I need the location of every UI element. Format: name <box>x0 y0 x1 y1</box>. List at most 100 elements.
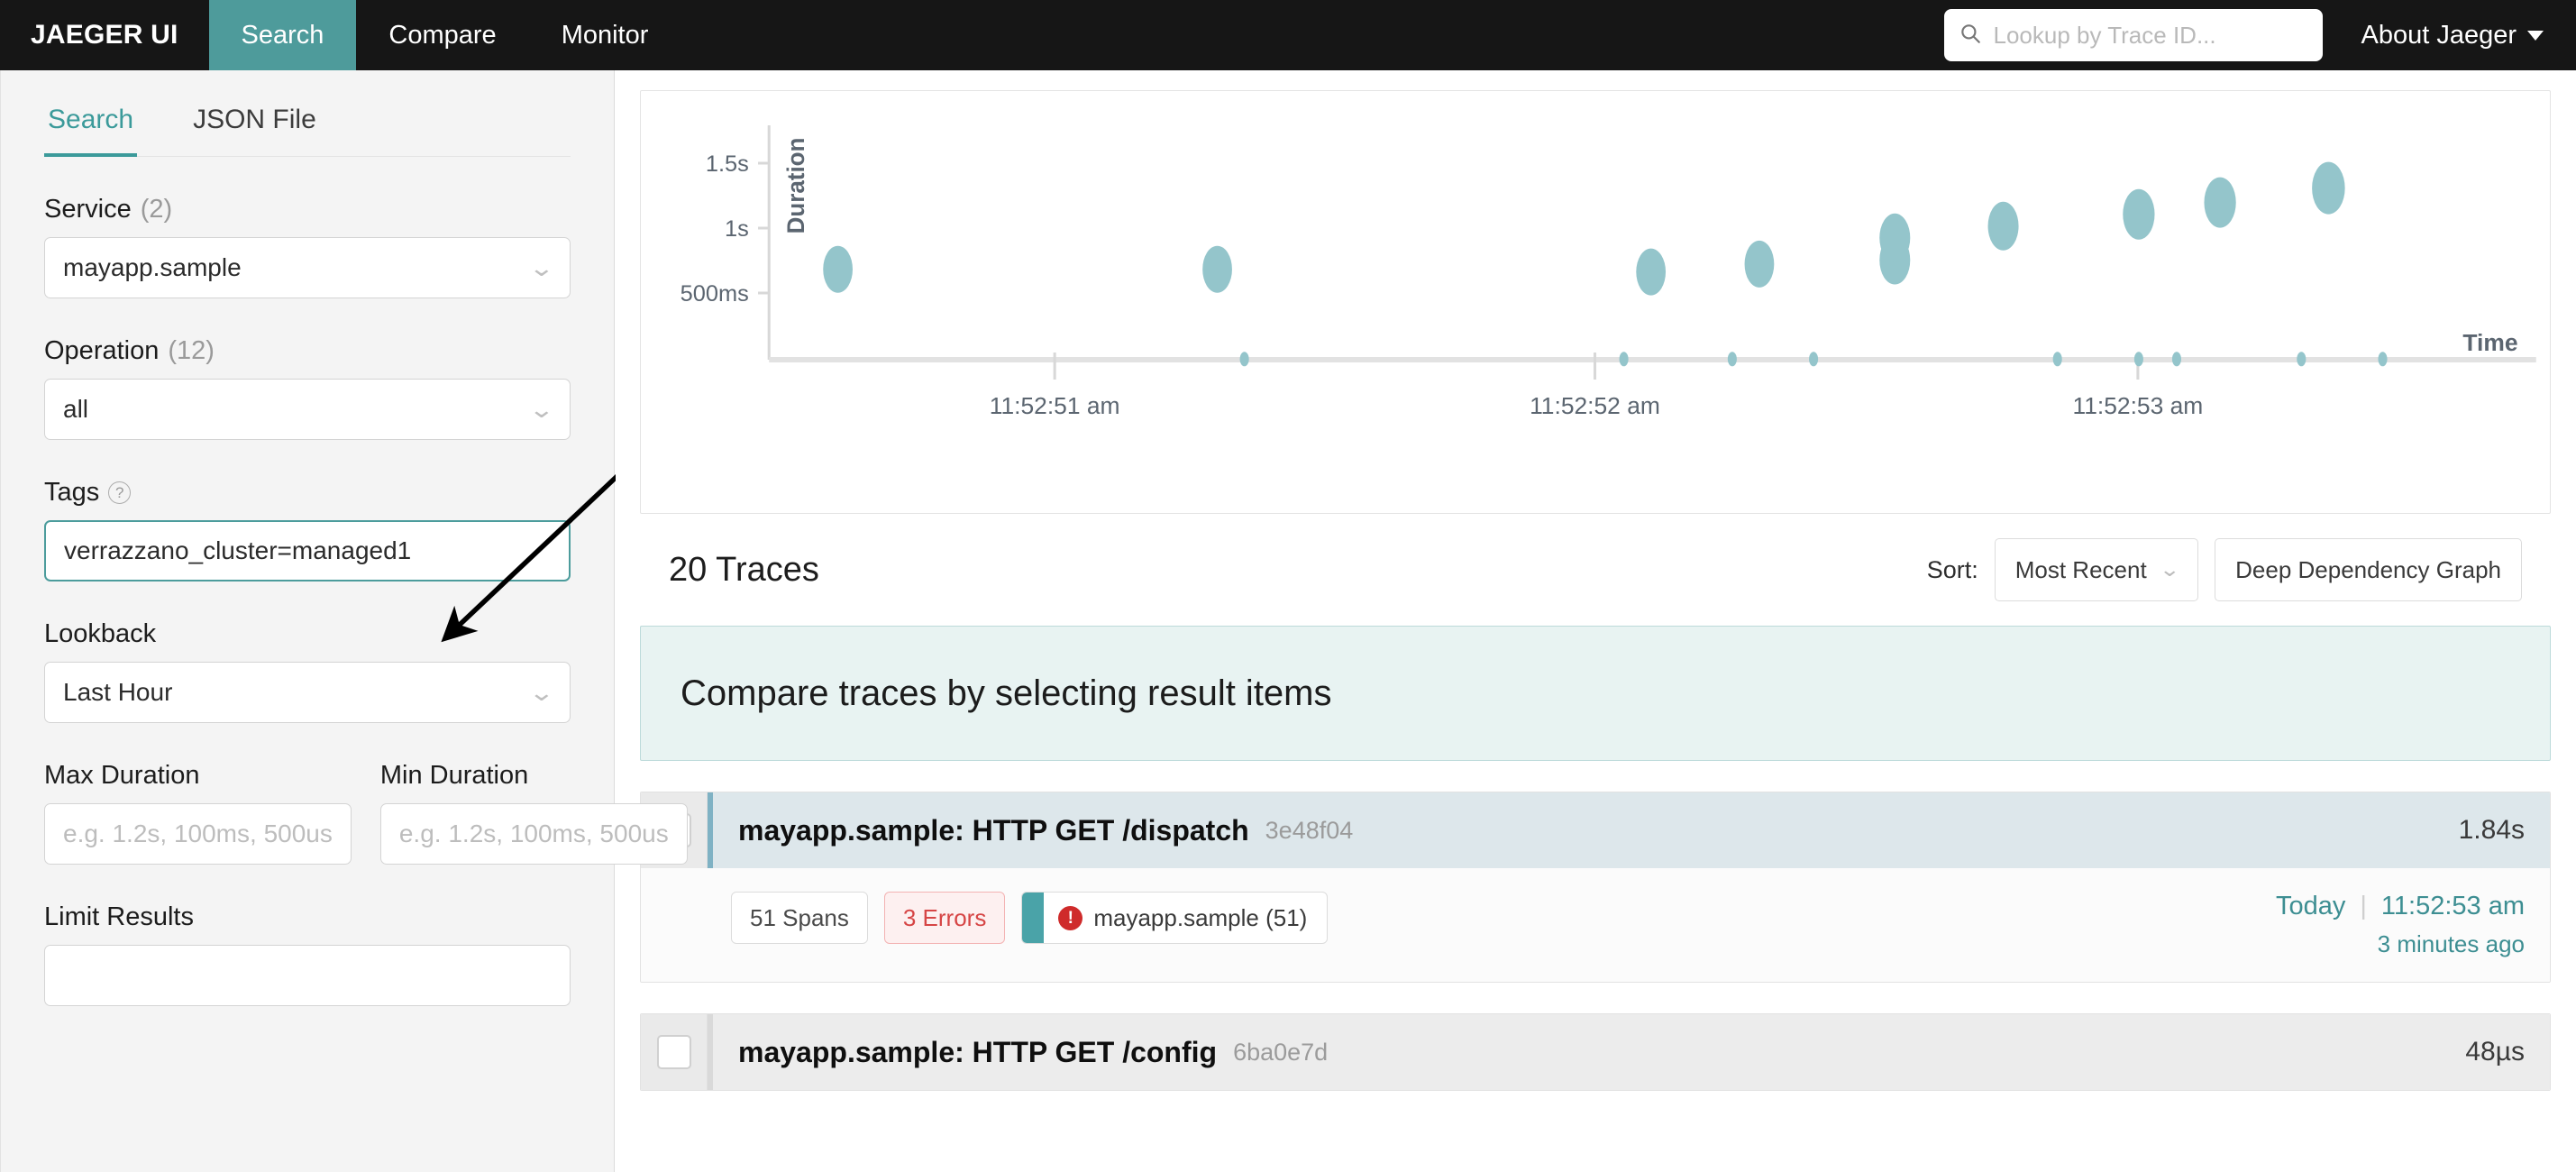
trace-result-item[interactable]: mayapp.sample: HTTP GET /config 6ba0e7d … <box>640 1013 2551 1091</box>
trace-title: mayapp.sample: HTTP GET /dispatch <box>738 813 1249 847</box>
trace-time: 11:52:53 am <box>2380 892 2525 920</box>
x-tick-label: 11:52:53 am <box>2072 392 2203 419</box>
lookback-label-text: Lookback <box>44 619 157 648</box>
about-jaeger-menu[interactable]: About Jaeger <box>2361 21 2544 50</box>
trace-id-placeholder: Lookup by Trace ID... <box>1993 21 2216 49</box>
scatter-point[interactable] <box>823 245 853 293</box>
service-label-text: Service <box>44 195 132 224</box>
service-label: Service (2) <box>44 195 571 224</box>
scatter-point[interactable] <box>1809 352 1819 367</box>
scatter-point[interactable] <box>1744 240 1775 288</box>
trace-count-label: 20 Traces <box>669 550 819 589</box>
trace-details: 51 Spans 3 Errors ! mayapp.sample (51) T… <box>641 868 2550 982</box>
nav-item-monitor[interactable]: Monitor <box>529 0 681 70</box>
service-badge: ! mayapp.sample (51) <box>1021 892 1329 944</box>
lookback-label: Lookback <box>44 619 571 649</box>
scatter-point[interactable] <box>1636 248 1667 296</box>
scatter-point[interactable] <box>2297 352 2307 367</box>
y-tick-label: 1.5s <box>706 151 749 177</box>
scatter-point[interactable] <box>2171 352 2181 367</box>
min-duration-field: Min Duration e.g. 1.2s, 100ms, 500us <box>379 761 688 865</box>
max-duration-input[interactable]: e.g. 1.2s, 100ms, 500us <box>44 803 352 865</box>
max-duration-field: Max Duration e.g. 1.2s, 100ms, 500us <box>44 761 352 865</box>
scatter-point[interactable] <box>2378 352 2388 367</box>
chevron-down-icon <box>2527 30 2544 41</box>
operation-field: Operation (12) all ⌄ <box>44 336 571 440</box>
tab-json-file[interactable]: JSON File <box>189 96 320 157</box>
trace-title-bar[interactable]: mayapp.sample: HTTP GET /dispatch 3e48f0… <box>708 792 2550 868</box>
scatter-point[interactable] <box>1619 352 1629 367</box>
service-select[interactable]: mayapp.sample ⌄ <box>44 237 571 298</box>
app-logo[interactable]: JAEGER UI <box>0 0 209 70</box>
operation-value: all <box>63 395 89 423</box>
sort-select[interactable]: Most Recent ⌄ <box>1994 538 2199 601</box>
scatter-points-group[interactable] <box>641 161 2388 367</box>
scatter-point[interactable] <box>1727 352 1737 367</box>
tags-label: Tags ? <box>44 478 571 508</box>
tags-input[interactable]: verrazzano_cluster=managed1 <box>44 520 571 581</box>
operation-select[interactable]: all ⌄ <box>44 379 571 440</box>
max-duration-placeholder: e.g. 1.2s, 100ms, 500us <box>63 819 333 847</box>
top-navigation-bar: JAEGER UI Search Compare Monitor Lookup … <box>0 0 2576 70</box>
min-duration-placeholder: e.g. 1.2s, 100ms, 500us <box>398 819 669 847</box>
trace-select-cell <box>641 1014 708 1090</box>
y-tick-label: 1s <box>725 216 749 242</box>
tags-field: Tags ? verrazzano_cluster=managed1 <box>44 478 571 581</box>
x-tick-label: 11:52:51 am <box>990 392 1120 419</box>
trace-duration: 48µs <box>2465 1037 2525 1067</box>
trace-id: 6ba0e7d <box>1233 1038 1329 1066</box>
limit-results-field: Limit Results <box>44 902 571 1006</box>
span-count-badge: 51 Spans <box>731 892 868 944</box>
search-results-panel: 1.5s 1s 500ms Duration 11:52:51 am 11:52… <box>615 70 2576 1172</box>
chevron-down-icon: ⌄ <box>528 254 555 281</box>
service-count: (2) <box>140 195 173 224</box>
operation-count: (12) <box>168 336 215 365</box>
tab-search[interactable]: Search <box>44 96 138 157</box>
trace-timestamp-group: Today | 11:52:53 am 3 minutes ago <box>2276 892 2525 958</box>
scatter-point[interactable] <box>2133 352 2143 367</box>
search-sidebar: Search JSON File Service (2) mayapp.samp… <box>0 70 688 1172</box>
operation-label: Operation (12) <box>44 336 571 366</box>
lookback-value: Last Hour <box>63 678 173 706</box>
y-axis-label: Duration <box>782 138 809 234</box>
nav-item-search[interactable]: Search <box>208 0 357 70</box>
nav-item-compare[interactable]: Compare <box>356 0 528 70</box>
trace-day: Today <box>2275 892 2346 920</box>
scatter-point[interactable] <box>2052 352 2062 367</box>
scatter-point[interactable] <box>2204 177 2236 228</box>
trace-title-bar[interactable]: mayapp.sample: HTTP GET /config 6ba0e7d … <box>708 1014 2550 1090</box>
chevron-down-icon: ⌄ <box>528 679 555 706</box>
x-axis-label: Time <box>2462 329 2517 356</box>
deep-dependency-graph-button[interactable]: Deep Dependency Graph <box>2215 538 2522 601</box>
compare-traces-banner: Compare traces by selecting result items <box>640 626 2551 761</box>
results-toolbar: 20 Traces Sort: Most Recent ⌄ Deep Depen… <box>640 514 2551 626</box>
limit-results-input[interactable] <box>44 945 571 1006</box>
lookback-select[interactable]: Last Hour ⌄ <box>44 662 571 723</box>
trace-scatter-plot[interactable]: 1.5s 1s 500ms Duration 11:52:51 am 11:52… <box>640 90 2551 514</box>
scatter-point[interactable] <box>1879 213 1911 262</box>
service-badge-label-group: ! mayapp.sample (51) <box>1044 904 1327 932</box>
divider: | <box>2360 892 2367 920</box>
help-icon[interactable]: ? <box>108 481 132 504</box>
search-icon <box>1959 22 1982 50</box>
x-tick-label: 11:52:52 am <box>1530 392 1660 419</box>
trace-result-item[interactable]: mayapp.sample: HTTP GET /dispatch 3e48f0… <box>640 792 2551 983</box>
error-count-badge: 3 Errors <box>883 892 1006 944</box>
scatter-point[interactable] <box>1202 245 1232 293</box>
scatter-point[interactable] <box>2312 161 2345 215</box>
operation-label-text: Operation <box>44 336 160 365</box>
lookback-field: Lookback Last Hour ⌄ <box>44 619 571 723</box>
limit-results-label: Limit Results <box>44 902 194 931</box>
sort-value: Most Recent <box>2014 555 2147 583</box>
min-duration-input[interactable]: e.g. 1.2s, 100ms, 500us <box>379 803 688 865</box>
trace-id-lookup-input[interactable]: Lookup by Trace ID... <box>1944 9 2324 61</box>
duration-fields: Max Duration e.g. 1.2s, 100ms, 500us Min… <box>44 761 688 865</box>
service-badge-label: mayapp.sample (51) <box>1093 903 1308 931</box>
scatter-point[interactable] <box>1987 201 2019 251</box>
chevron-down-icon: ⌄ <box>528 396 555 423</box>
scatter-point[interactable] <box>1239 352 1249 367</box>
trace-select-checkbox[interactable] <box>656 1035 691 1069</box>
scatter-point[interactable] <box>2123 188 2155 240</box>
max-duration-label: Max Duration <box>44 761 200 790</box>
trace-duration: 1.84s <box>2458 815 2525 845</box>
